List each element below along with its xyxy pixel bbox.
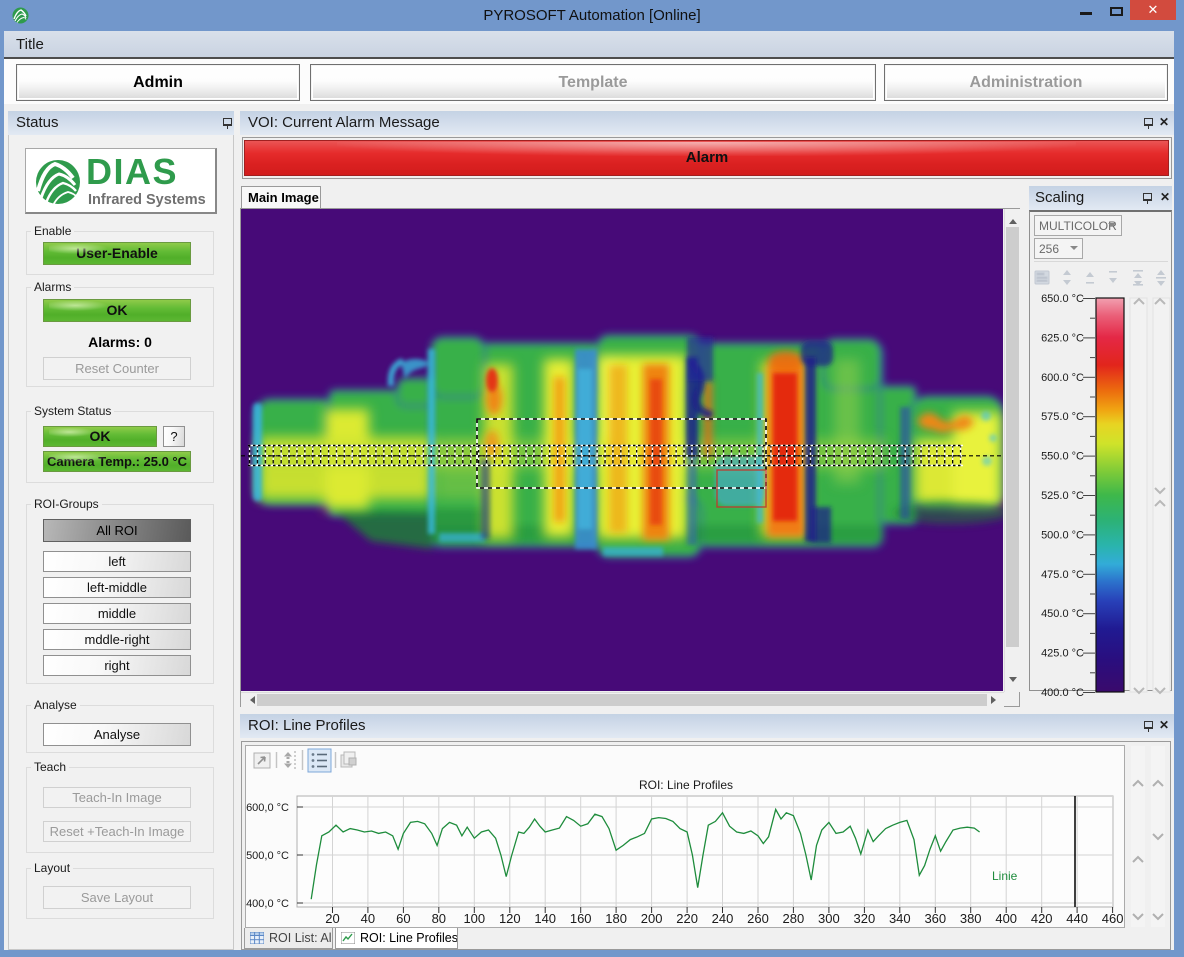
svg-text:80: 80 [432, 911, 446, 926]
svg-text:550.0 °C: 550.0 °C [1041, 451, 1084, 463]
svg-text:460: 460 [1102, 911, 1124, 926]
svg-text:525.0 °C: 525.0 °C [1041, 490, 1084, 502]
svg-text:475.0 °C: 475.0 °C [1041, 569, 1084, 581]
svg-text:380: 380 [960, 911, 982, 926]
svg-text:400: 400 [995, 911, 1017, 926]
svg-text:340: 340 [889, 911, 911, 926]
svg-text:200: 200 [641, 911, 663, 926]
svg-text:425.0 °C: 425.0 °C [1041, 648, 1084, 660]
svg-text:320: 320 [854, 911, 876, 926]
svg-text:440: 440 [1066, 911, 1088, 926]
svg-text:100: 100 [463, 911, 485, 926]
svg-text:240: 240 [712, 911, 734, 926]
svg-text:575.0 °C: 575.0 °C [1041, 411, 1084, 423]
svg-text:600.0 °C: 600.0 °C [1041, 372, 1084, 384]
svg-text:180: 180 [605, 911, 627, 926]
svg-text:220: 220 [676, 911, 698, 926]
svg-text:Linie: Linie [992, 869, 1018, 883]
svg-text:140: 140 [534, 911, 556, 926]
svg-text:360: 360 [924, 911, 946, 926]
svg-text:60: 60 [396, 911, 410, 926]
svg-text:160: 160 [570, 911, 592, 926]
svg-text:500,0 °C: 500,0 °C [246, 850, 289, 862]
svg-text:40: 40 [361, 911, 375, 926]
svg-text:400.0 °C: 400.0 °C [1041, 687, 1084, 699]
svg-text:300: 300 [818, 911, 840, 926]
svg-text:420: 420 [1031, 911, 1053, 926]
svg-text:600,0 °C: 600,0 °C [246, 802, 289, 814]
svg-text:20: 20 [325, 911, 339, 926]
svg-text:625.0 °C: 625.0 °C [1041, 332, 1084, 344]
svg-text:120: 120 [499, 911, 521, 926]
svg-text:450.0 °C: 450.0 °C [1041, 608, 1084, 620]
svg-text:400,0 °C: 400,0 °C [246, 898, 289, 910]
svg-text:650.0 °C: 650.0 °C [1041, 293, 1084, 305]
svg-text:500.0 °C: 500.0 °C [1041, 529, 1084, 541]
svg-text:280: 280 [783, 911, 805, 926]
svg-text:260: 260 [747, 911, 769, 926]
svg-text:ROI: Line Profiles: ROI: Line Profiles [639, 778, 733, 792]
